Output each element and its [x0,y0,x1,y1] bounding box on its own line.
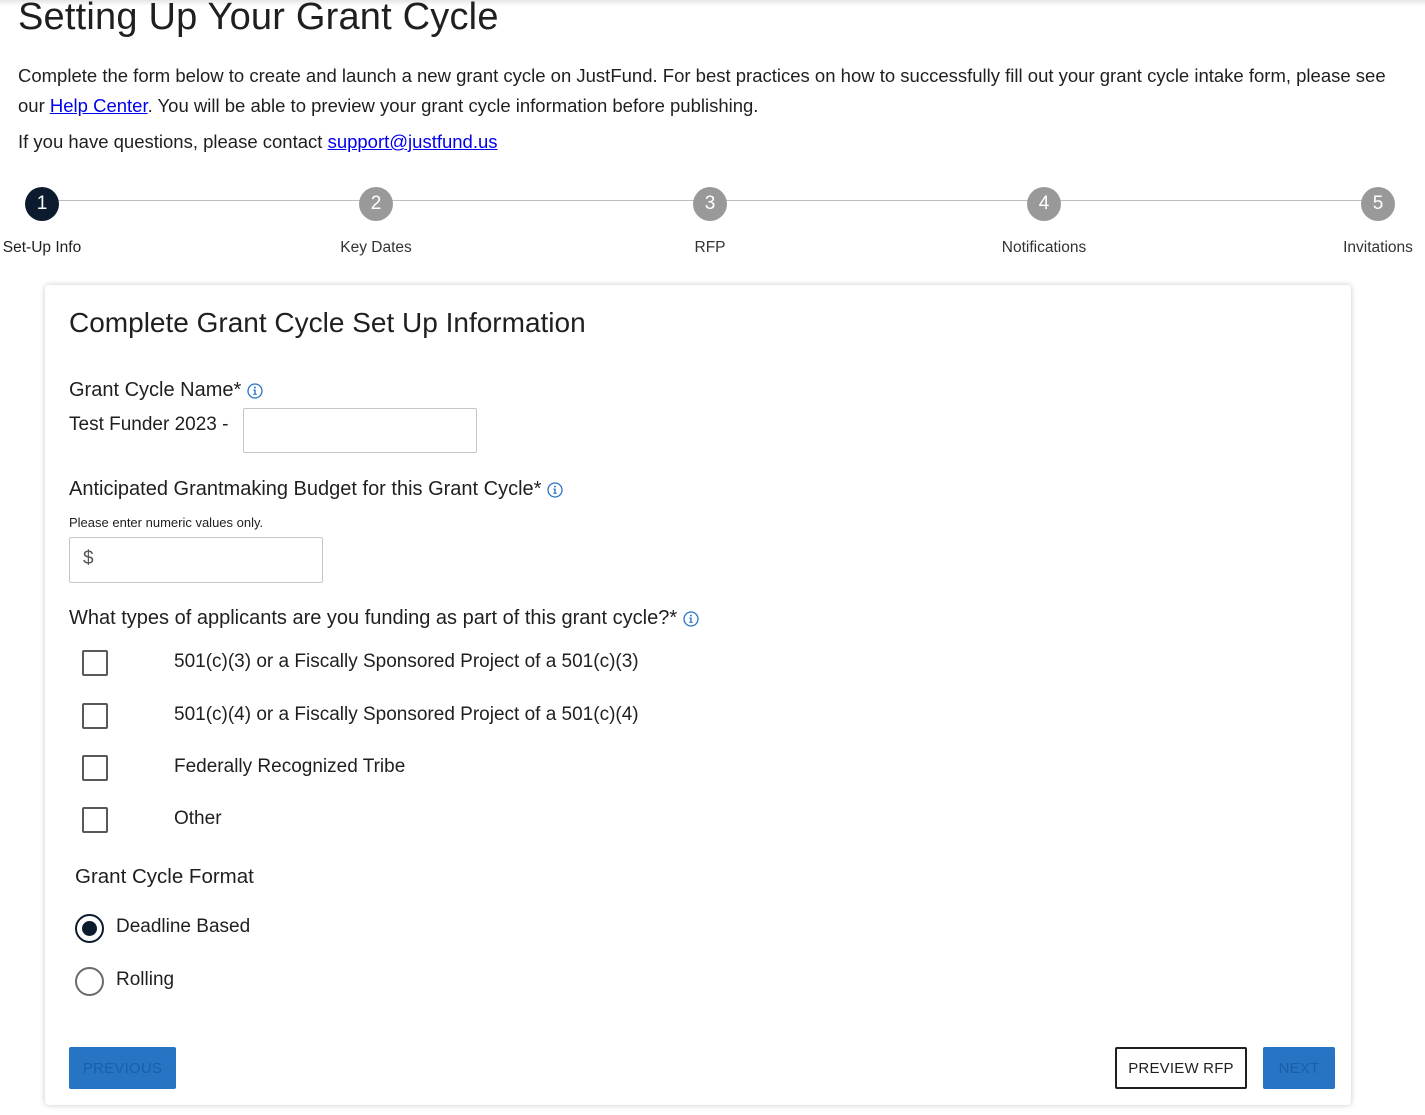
applicant-type-label: Other [174,808,222,829]
grant-cycle-name-label: Grant Cycle Name* [69,379,242,401]
intro-text-end: . You will be able to preview your grant… [147,95,759,116]
support-email-link[interactable]: support@justfund.us [328,131,498,152]
budget-label-row: Anticipated Grantmaking Budget for this … [69,478,564,501]
step-key-dates[interactable]: 2 [359,187,393,221]
budget-label: Anticipated Grantmaking Budget for this … [69,478,542,500]
step-label-setup-info: Set-Up Info [2,239,82,256]
applicant-type-label: 501(c)(4) or a Fiscally Sponsored Projec… [174,704,639,725]
applicant-type-checkbox[interactable] [82,755,108,781]
deadline-based-radio[interactable] [75,914,104,943]
step-number: 4 [1027,187,1061,221]
preview-rfp-button[interactable]: Preview RFP [1115,1047,1247,1089]
format-option-label: Deadline Based [116,916,251,937]
step-invitations[interactable]: 5 [1361,187,1395,221]
contact-text: If you have questions, please contact su… [18,127,498,157]
step-setup-info[interactable]: 1 [25,187,59,221]
info-icon[interactable] [247,382,263,399]
applicant-type-checkbox[interactable] [82,703,108,729]
step-rfp[interactable]: 3 [693,187,727,221]
format-option-label: Rolling [116,969,175,990]
page-title: Setting Up Your Grant Cycle [18,0,499,38]
step-notifications[interactable]: 4 [1027,187,1061,221]
step-number: 3 [693,187,727,221]
previous-button[interactable]: Previous [69,1047,176,1089]
step-number: 5 [1361,187,1395,221]
currency-prefix: $ [83,548,94,569]
setup-form-card: Complete Grant Cycle Set Up Information … [45,285,1351,1105]
step-number: 2 [359,187,393,221]
help-center-link[interactable]: Help Center [50,95,148,116]
rolling-radio[interactable] [75,967,104,996]
applicant-type-label: 501(c)(3) or a Fiscally Sponsored Projec… [174,651,639,672]
step-label-invitations: Invitations [1343,239,1413,256]
budget-hint: Please enter numeric values only. [69,515,264,530]
applicant-types-label: What types of applicants are you funding… [69,607,678,629]
next-button[interactable]: Next [1263,1047,1335,1089]
card-title: Complete Grant Cycle Set Up Information [69,307,586,338]
applicant-type-checkbox[interactable] [82,650,108,676]
grant-cycle-name-input[interactable] [243,408,477,453]
step-label-key-dates: Key Dates [340,239,412,256]
applicant-type-checkbox[interactable] [82,807,108,833]
grant-cycle-name-label-row: Grant Cycle Name* [69,379,263,402]
budget-input[interactable]: $ [69,537,323,583]
applicant-types-label-row: What types of applicants are you funding… [69,607,699,630]
step-label-notifications: Notifications [1001,239,1087,256]
step-label-rfp: RFP [694,239,726,256]
grant-cycle-format-label: Grant Cycle Format [75,865,254,888]
step-number: 1 [25,187,59,221]
info-icon[interactable] [547,481,564,498]
grant-cycle-name-prefix: Test Funder 2023 - [69,414,229,435]
intro-text: Complete the form below to create and la… [18,61,1408,121]
applicant-type-label: Federally Recognized Tribe [174,756,406,777]
info-icon[interactable] [683,610,699,627]
contact-label: If you have questions, please contact [18,131,328,152]
